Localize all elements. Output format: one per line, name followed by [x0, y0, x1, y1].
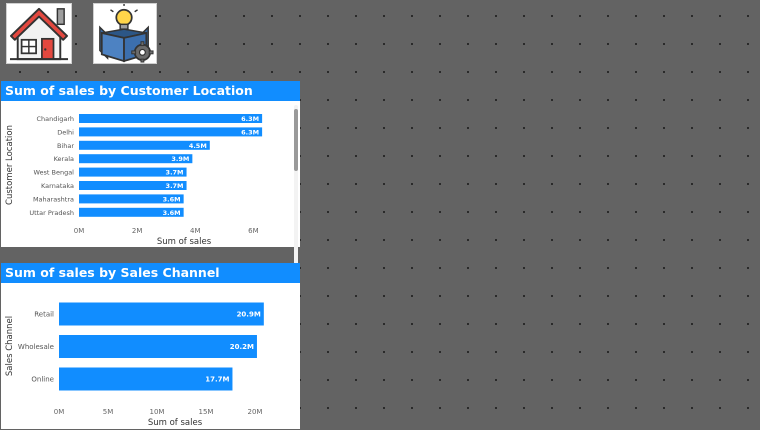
- channel-x-axis-title: Sum of sales: [148, 418, 203, 428]
- channel-chart-panel[interactable]: Sum of sales by Sales Channel Retail 20.9…: [1, 263, 300, 429]
- location-y-axis-title: Customer Location: [5, 125, 15, 205]
- location-x-tick-label: 4M: [190, 227, 201, 235]
- channel-value-label: 20.2M: [230, 343, 254, 351]
- location-value-label: 6.3M: [241, 115, 259, 123]
- location-category-label: Karnataka: [41, 182, 74, 190]
- location-category-label: Uttar Pradesh: [29, 209, 74, 217]
- channel-bar-chart: Retail 20.9M Wholesale 20.2M Online 17.7M 0M 5M…: [5, 302, 264, 428]
- channel-category-label: Retail: [34, 311, 54, 319]
- location-category-label: Maharashtra: [33, 195, 74, 203]
- location-category-label: Chandigarh: [37, 115, 74, 123]
- location-x-axis-title: Sum of sales: [157, 237, 212, 247]
- channel-bar[interactable]: [59, 302, 264, 326]
- channel-x-tick-label: 0M: [54, 408, 65, 416]
- location-category-label: Delhi: [57, 128, 74, 136]
- location-chart-scrollbar-thumb[interactable]: [294, 109, 298, 171]
- location-bar-chart: Chandigarh 6.3M Delhi 6.3M Bihar 4.5M Kerala 3.…: [5, 114, 263, 247]
- location-chart-panel[interactable]: Sum of sales by Customer Location Chandi…: [1, 81, 300, 303]
- location-category-label: West Bengal: [33, 169, 74, 177]
- channel-value-label: 17.7M: [205, 376, 229, 384]
- channel-y-axis-title: Sales Channel: [5, 316, 15, 376]
- channel-x-tick-label: 10M: [150, 408, 165, 416]
- idea-box-icon-tile[interactable]: [93, 3, 157, 64]
- channel-category-label: Online: [31, 376, 54, 384]
- home-icon-tile[interactable]: [6, 3, 72, 64]
- location-value-label: 3.7M: [166, 182, 184, 190]
- location-x-tick-label: 6M: [248, 227, 259, 235]
- channel-category-label: Wholesale: [18, 343, 54, 351]
- location-value-label: 4.5M: [189, 142, 207, 150]
- location-bar[interactable]: [79, 127, 263, 137]
- location-value-label: 3.9M: [171, 155, 189, 163]
- location-category-label: Bihar: [57, 142, 74, 150]
- location-x-tick-label: 2M: [132, 227, 143, 235]
- channel-x-tick-label: 15M: [199, 408, 214, 416]
- idea-box-icon: [99, 4, 154, 63]
- location-category-label: Kerala: [54, 155, 74, 163]
- location-bar[interactable]: [79, 114, 263, 123]
- channel-bar[interactable]: [59, 335, 257, 358]
- location-value-label: 3.6M: [163, 195, 181, 203]
- channel-x-tick-label: 5M: [103, 408, 114, 416]
- location-value-label: 3.7M: [166, 169, 184, 177]
- home-icon: [9, 7, 69, 61]
- channel-value-label: 20.9M: [237, 311, 261, 319]
- location-x-tick-label: 0M: [74, 227, 85, 235]
- channel-x-tick-label: 20M: [248, 408, 263, 416]
- location-value-label: 6.3M: [241, 128, 259, 136]
- location-value-label: 3.6M: [163, 209, 181, 217]
